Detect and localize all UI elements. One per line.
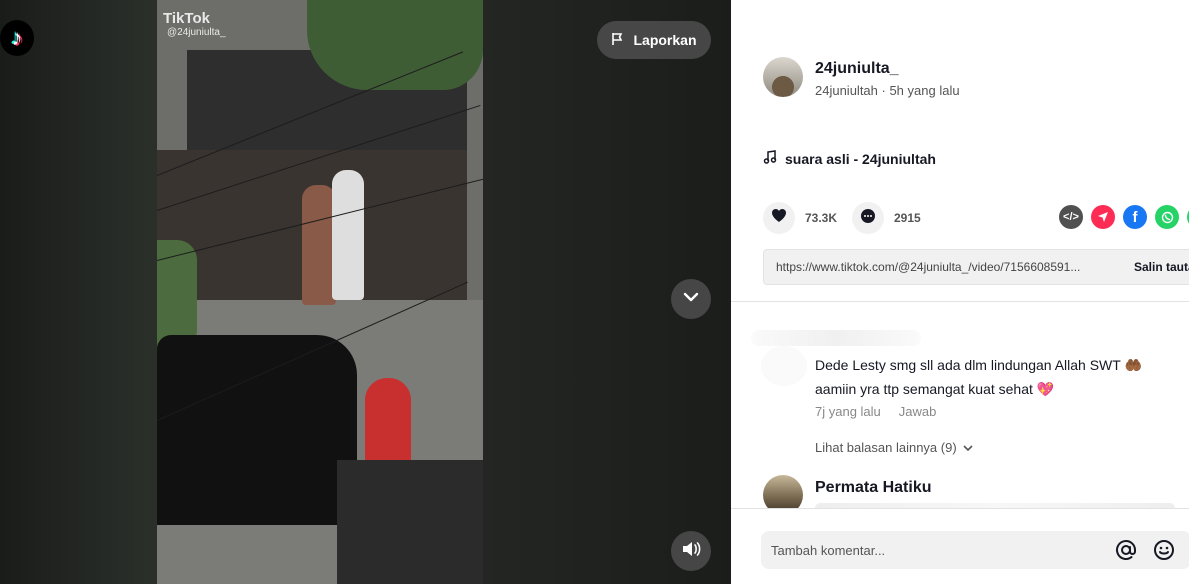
watermark-user: @24juniulta_: [167, 27, 226, 38]
music-link[interactable]: suara asli - 24juniultah: [763, 150, 936, 167]
comment-action[interactable]: 2915: [852, 202, 921, 234]
reply-button[interactable]: Jawab: [899, 404, 937, 419]
mention-icon[interactable]: [1114, 538, 1138, 562]
author-meta: 24juniultah · 5h yang lalu: [815, 83, 960, 98]
copy-link-button[interactable]: Salin tautan: [1134, 260, 1189, 274]
video-scene-bush: [307, 0, 483, 90]
whatsapp-icon[interactable]: [1155, 205, 1179, 229]
send-icon[interactable]: [1091, 205, 1115, 229]
comment-bubble-icon: [860, 208, 876, 229]
video-url[interactable]: https://www.tiktok.com/@24juniulta_/vide…: [764, 260, 1134, 274]
video-scene-plant: [157, 240, 197, 350]
details-panel: 24juniulta_ 24juniultah · 5h yang lalu s…: [731, 0, 1189, 584]
next-video-button[interactable]: [671, 279, 711, 319]
music-note-icon: [763, 150, 777, 167]
comment-author-blurred: [751, 330, 921, 346]
volume-icon: [681, 540, 701, 563]
view-more-replies-label: Lihat balasan lainnya (9): [815, 440, 957, 455]
video-frame[interactable]: [157, 0, 483, 584]
tiktok-logo-icon[interactable]: ♪: [0, 20, 34, 56]
video-scene-person: [332, 170, 364, 300]
chevron-down-icon: [682, 288, 700, 311]
music-label: suara asli - 24juniultah: [785, 150, 936, 167]
comment-time: 7j yang lalu: [815, 404, 881, 419]
video-scene-car: [157, 335, 357, 525]
volume-button[interactable]: [671, 531, 711, 571]
flag-icon: [611, 32, 625, 49]
like-button[interactable]: [763, 202, 795, 234]
author-avatar[interactable]: [763, 57, 803, 97]
video-watermark: TikTok @24juniulta_: [163, 10, 226, 38]
comment-avatar[interactable]: [761, 346, 807, 386]
comment-input-bar: Tambah komentar...: [731, 508, 1189, 584]
video-scene-fence: [337, 460, 483, 584]
video-scene-person: [302, 185, 336, 305]
report-label: Laporkan: [633, 32, 697, 48]
video-link-box: https://www.tiktok.com/@24juniulta_/vide…: [763, 249, 1189, 285]
comment-count: 2915: [894, 211, 921, 225]
comment-author-name[interactable]: Permata Hatiku: [815, 479, 932, 497]
chevron-down-icon: [963, 440, 973, 455]
divider: [731, 301, 1189, 302]
meta-separator: ·: [877, 83, 890, 98]
video-scene-person: [365, 378, 411, 468]
facebook-icon[interactable]: f: [1123, 205, 1147, 229]
video-area: ♪ TikTok @24juniulta_ Laporkan: [0, 0, 731, 584]
report-button[interactable]: Laporkan: [597, 21, 711, 59]
comment-meta: 7j yang lalu Jawab: [815, 404, 936, 419]
embed-icon[interactable]: </>: [1059, 205, 1083, 229]
emoji-icon[interactable]: [1152, 538, 1176, 562]
comment-text: Dede Lesty smg sll ada dlm lindungan All…: [815, 357, 1142, 397]
watermark-title: TikTok: [163, 10, 210, 27]
comment-input-placeholder: Tambah komentar...: [771, 542, 886, 558]
author-name[interactable]: 24juniulta_: [815, 60, 899, 78]
comment-button[interactable]: [852, 202, 884, 234]
view-more-replies-button[interactable]: Lihat balasan lainnya (9): [815, 440, 973, 455]
like-count: 73.3K: [805, 211, 838, 225]
author-username: 24juniultah: [815, 83, 878, 98]
post-time: 5h yang lalu: [889, 83, 960, 98]
like-action[interactable]: 73.3K: [763, 202, 837, 234]
heart-icon: [771, 208, 787, 228]
